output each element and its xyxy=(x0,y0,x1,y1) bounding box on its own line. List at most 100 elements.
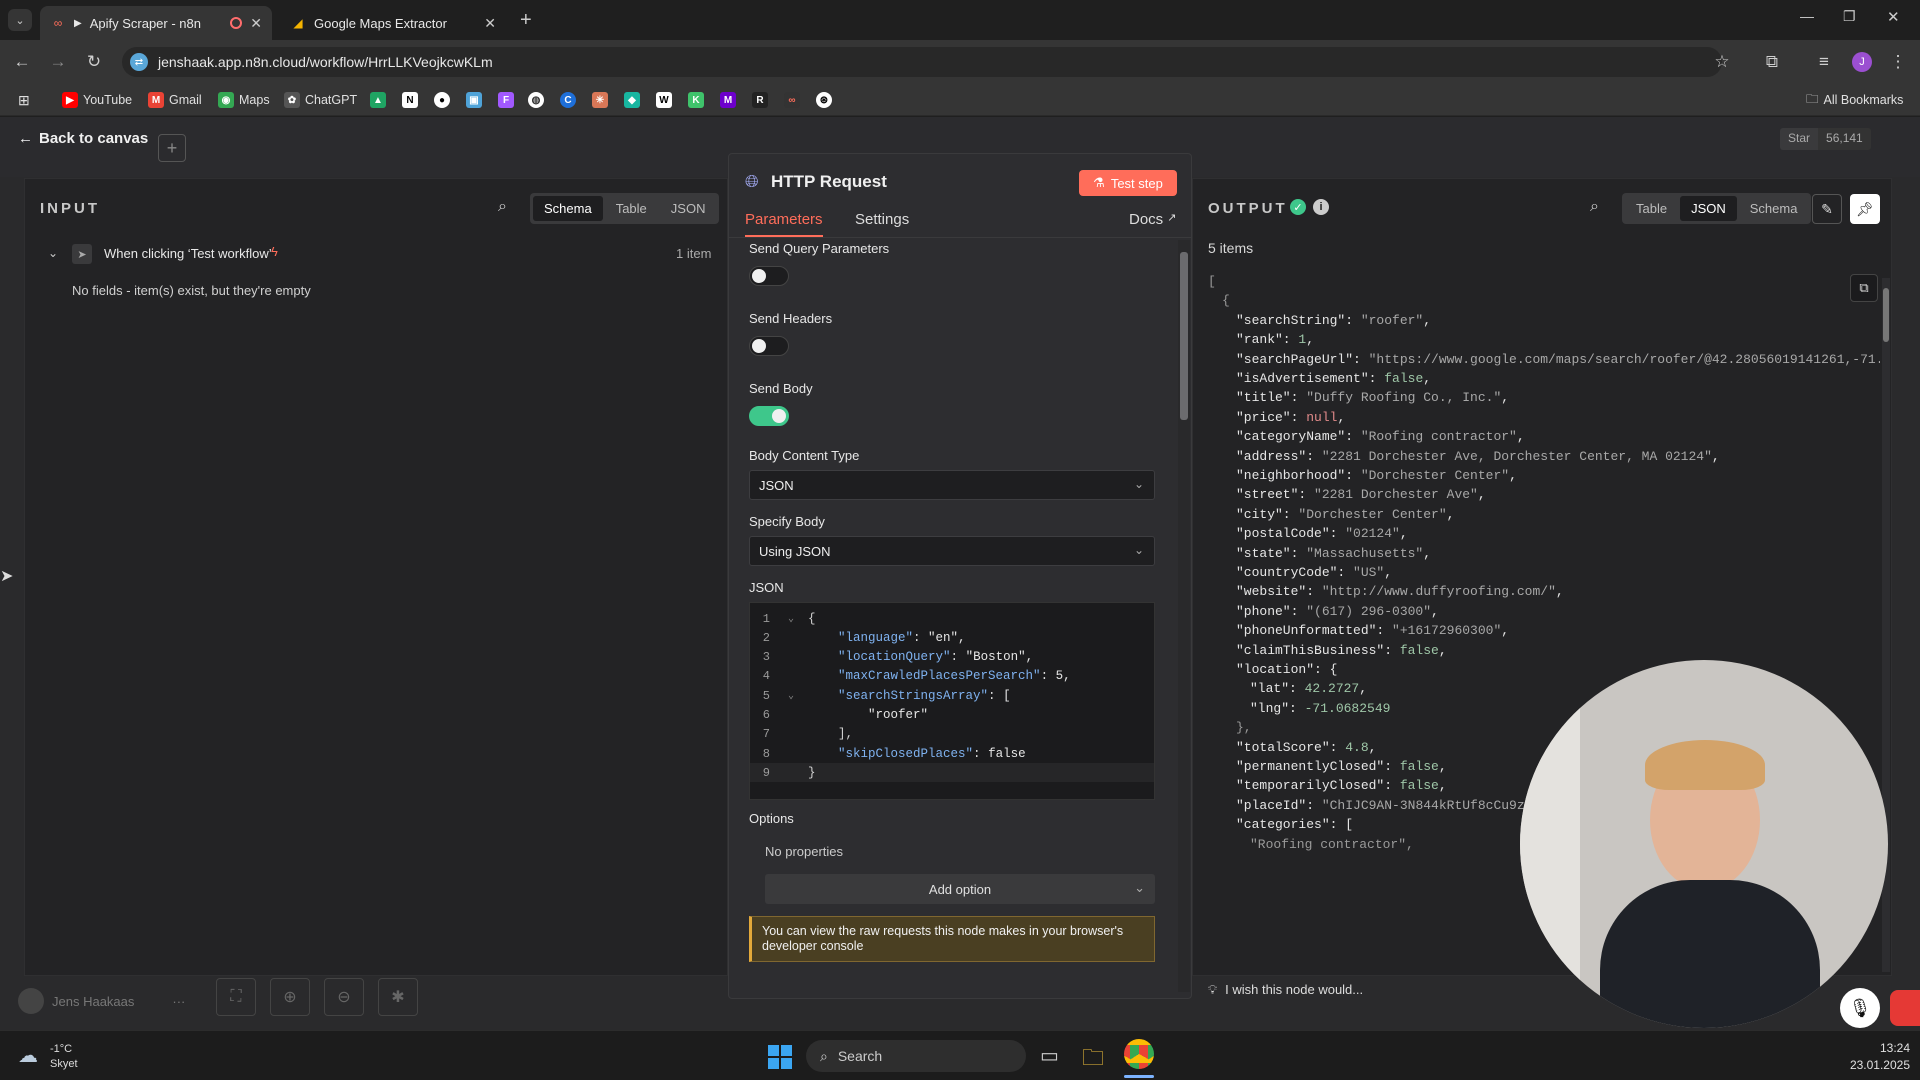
body-content-type-select[interactable]: JSON ⌄ xyxy=(749,470,1155,500)
bookmark-gmail[interactable]: M Gmail xyxy=(148,90,202,110)
bookmark-claude[interactable]: ✳ xyxy=(592,90,608,110)
json-line: [ xyxy=(1208,274,1216,289)
chevron-down-icon[interactable]: ⌄ xyxy=(48,246,58,260)
tab-search-button[interactable]: ⌄ xyxy=(8,9,32,31)
bookmark-r[interactable]: R xyxy=(752,90,768,110)
edit-icon[interactable]: ✎ xyxy=(1812,194,1842,224)
items-count: 1 item xyxy=(676,246,712,261)
tab-schema[interactable]: Schema xyxy=(1739,196,1809,221)
debug-icon[interactable]: ✱ xyxy=(378,978,418,1016)
tab-close-icon[interactable]: ✕ xyxy=(250,15,262,32)
search-icon[interactable]: ⌕ xyxy=(1590,198,1599,216)
file-explorer-icon[interactable]: 🗀 xyxy=(1082,1041,1104,1079)
info-icon[interactable]: i xyxy=(1313,199,1329,215)
docs-link[interactable]: Docs ↗ xyxy=(1129,211,1176,228)
chrome-icon[interactable] xyxy=(1124,1039,1154,1069)
forward-icon[interactable]: → xyxy=(46,50,70,74)
fit-view-icon[interactable]: ⛶ xyxy=(216,978,256,1016)
send-body-toggle[interactable] xyxy=(749,406,789,426)
bookmark-canva[interactable]: C xyxy=(560,90,576,110)
profile-avatar[interactable]: J xyxy=(1852,52,1872,72)
tab-table[interactable]: Table xyxy=(1625,196,1678,221)
media-icon[interactable]: ≡ xyxy=(1812,50,1836,74)
bookmark-drive[interactable]: ▲ xyxy=(370,90,386,110)
site-info-icon[interactable]: ⇄ xyxy=(130,53,148,71)
send-query-toggle[interactable] xyxy=(749,266,789,286)
add-option-dropdown[interactable]: Add option ⌄ xyxy=(765,874,1155,904)
code-line: 8 "skipClosedPlaces": false xyxy=(750,744,1154,763)
tab-json[interactable]: JSON xyxy=(660,196,717,221)
bookmark-youtube[interactable]: ▶ YouTube xyxy=(62,90,132,110)
json-code-editor[interactable]: 1 ⌄{2 "language": "en", 3 "locationQuery":… xyxy=(749,602,1155,800)
line-number: 5 xyxy=(762,688,770,703)
tab-settings[interactable]: Settings xyxy=(855,211,909,228)
all-bookmarks[interactable]: 🗀 All Bookmarks xyxy=(1806,90,1903,110)
close-window-icon[interactable]: ✕ xyxy=(1887,8,1900,26)
bookmark-make[interactable]: M xyxy=(720,90,736,110)
github-star-widget[interactable]: Star 56,141 xyxy=(1780,128,1871,150)
tab-json[interactable]: JSON xyxy=(1680,196,1737,221)
back-icon[interactable]: ← xyxy=(10,50,34,74)
windows-start-icon[interactable] xyxy=(768,1045,792,1069)
microphone-icon[interactable]: 🎙︎ xyxy=(1840,988,1880,1028)
scrollbar[interactable] xyxy=(1178,240,1190,992)
url-field[interactable]: ⇄ jenshaak.app.n8n.cloud/workflow/HrrLLK… xyxy=(122,47,1722,77)
tab-parameters[interactable]: Parameters xyxy=(745,211,823,237)
zoom-out-icon[interactable]: ⊖ xyxy=(324,978,364,1016)
code-line: 6 "roofer" xyxy=(750,706,1154,725)
record-button[interactable] xyxy=(1890,990,1920,1026)
chevron-down-icon: ⌄ xyxy=(1134,880,1145,895)
bookmark-globe[interactable]: ◍ xyxy=(528,90,544,110)
fold-icon[interactable]: ⌄ xyxy=(788,690,794,702)
send-headers-toggle[interactable] xyxy=(749,336,789,356)
bookmark-notion[interactable]: N xyxy=(402,90,418,110)
back-to-canvas-button[interactable]: ← Back to canvas xyxy=(18,130,148,147)
task-view-icon[interactable]: ▭ xyxy=(1040,1043,1059,1068)
bookmark-chatgpt[interactable]: ✿ ChatGPT xyxy=(284,90,357,110)
bookmark-maps[interactable]: ◉ Maps xyxy=(218,90,270,110)
new-tab-icon[interactable]: + xyxy=(520,9,532,32)
bookmark-klaviyo[interactable]: K xyxy=(688,90,704,110)
tab-google-maps-extractor[interactable]: ◢ Google Maps Extractor ✕ xyxy=(280,6,506,40)
tab-close-icon[interactable]: ✕ xyxy=(484,15,496,32)
avatar xyxy=(18,988,44,1014)
code-line: 4 "maxCrawledPlacesPerSearch": 5, xyxy=(750,667,1154,686)
clock-date: 23.01.2025 xyxy=(1849,1058,1910,1072)
specify-body-select[interactable]: Using JSON ⌄ xyxy=(749,536,1155,566)
tab-schema[interactable]: Schema xyxy=(533,196,603,221)
bookmark-figma[interactable]: F xyxy=(498,90,514,110)
send-body-label: Send Body xyxy=(749,381,813,396)
bookmark-calendar[interactable]: ▣ xyxy=(466,90,482,110)
add-node-button[interactable]: + xyxy=(158,134,186,162)
test-step-button[interactable]: ⚗ Test step xyxy=(1079,170,1177,196)
tab-apify-scraper[interactable]: ∞ ▶ Apify Scraper - n8n ✕ xyxy=(40,6,272,40)
user-menu[interactable]: Jens Haakaas ··· xyxy=(18,988,185,1014)
browser-tab-bar: ⌄ ∞ ▶ Apify Scraper - n8n ✕ ◢ Google Map… xyxy=(0,0,1920,40)
minimize-icon[interactable]: — xyxy=(1800,8,1814,24)
restore-icon[interactable]: ❐ xyxy=(1843,8,1856,25)
tab-title: Apify Scraper - n8n xyxy=(89,15,201,31)
bookmark-n8n[interactable]: ∞ xyxy=(784,90,800,110)
extensions-icon[interactable]: ⧉ xyxy=(1760,50,1784,74)
more-icon[interactable]: ··· xyxy=(172,994,185,1009)
bookmark-openai[interactable]: ⊛ xyxy=(816,90,832,110)
menu-icon[interactable]: ⋮ xyxy=(1886,50,1910,74)
tab-table[interactable]: Table xyxy=(605,196,658,221)
apps-grid-icon[interactable]: ⊞ xyxy=(18,90,30,110)
zoom-in-icon[interactable]: ⊕ xyxy=(270,978,310,1016)
line-number: 7 xyxy=(762,727,770,742)
diamond-icon: ◆ xyxy=(624,92,640,108)
drag-handle-icon[interactable]: ➤ xyxy=(0,566,13,592)
bookmark-star-icon[interactable]: ☆ xyxy=(1710,50,1734,74)
bookmark-github[interactable]: ● xyxy=(434,90,450,110)
search-icon[interactable]: ⌕ xyxy=(498,198,507,216)
fold-icon[interactable]: ⌄ xyxy=(788,613,794,625)
bookmark-webflow[interactable]: W xyxy=(656,90,672,110)
reload-icon[interactable]: ↻ xyxy=(82,50,106,74)
json-line: "permanentlyClosed": false, xyxy=(1236,759,1447,774)
taskbar-search[interactable]: ⌕ Search xyxy=(806,1040,1026,1072)
output-title: OUTPUT xyxy=(1208,200,1288,217)
pin-icon[interactable]: 📌︎ xyxy=(1850,194,1880,224)
wish-feedback-link[interactable]: 💡︎ I wish this node would... xyxy=(1208,982,1363,998)
bookmark-diamond[interactable]: ◆ xyxy=(624,90,640,110)
